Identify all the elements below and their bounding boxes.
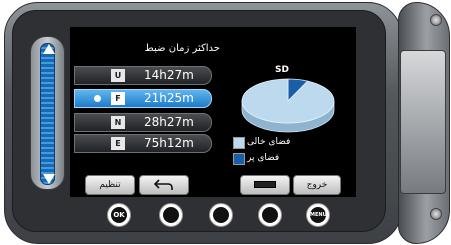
blank-function-button[interactable] [240, 175, 290, 195]
list-item[interactable]: U 14h27m [74, 66, 212, 85]
arrow-down-icon [43, 174, 55, 184]
soft-button-2[interactable] [159, 203, 183, 227]
settings-button[interactable]: تنظیم [85, 175, 135, 195]
quality-icon: F [111, 92, 125, 105]
list-item[interactable]: N 28h27m [74, 113, 212, 132]
soft-button-core [262, 207, 278, 223]
back-button[interactable] [139, 175, 189, 195]
screw-top [430, 14, 442, 26]
selected-dot-icon [94, 95, 101, 102]
list-item-selected[interactable]: F 21h25m [74, 89, 212, 108]
hinge-panel [400, 50, 446, 194]
scroll-slider[interactable] [30, 36, 65, 190]
row-value: 75h12m [144, 136, 194, 150]
list-item[interactable]: E 75h12m [74, 134, 212, 153]
blank-bar-icon [254, 181, 276, 188]
storage-pie-chart [241, 78, 335, 133]
row-value: 21h25m [144, 91, 194, 105]
exit-button[interactable]: خروج [293, 175, 341, 195]
soft-button-core [213, 207, 229, 223]
soft-button-4[interactable] [258, 203, 282, 227]
row-value: 14h27m [144, 68, 194, 82]
soft-button-3[interactable] [209, 203, 233, 227]
ok-button[interactable]: OK [107, 203, 131, 227]
legend-label-used: فضای پر [247, 153, 280, 163]
pie-slice-free [241, 78, 335, 124]
back-arrow-icon [153, 178, 173, 190]
legend-label-free: فضای خالی [247, 137, 291, 147]
quality-icon: E [111, 137, 125, 150]
screw-bottom [430, 208, 442, 220]
arrow-up-icon [43, 44, 55, 54]
chart-label: SD [275, 65, 289, 75]
quality-icon: U [111, 69, 125, 82]
legend-swatch-free [233, 137, 245, 149]
scroll-bar[interactable] [40, 43, 55, 185]
soft-button-core [163, 207, 179, 223]
screen-title: حداکثر زمان ضبط [144, 43, 220, 54]
legend-swatch-used [233, 153, 245, 165]
quality-icon: N [111, 116, 125, 129]
menu-button[interactable]: MENU [306, 203, 330, 227]
ok-label: OK [111, 207, 127, 223]
menu-label: MENU [310, 207, 327, 223]
row-value: 28h27m [144, 115, 194, 129]
